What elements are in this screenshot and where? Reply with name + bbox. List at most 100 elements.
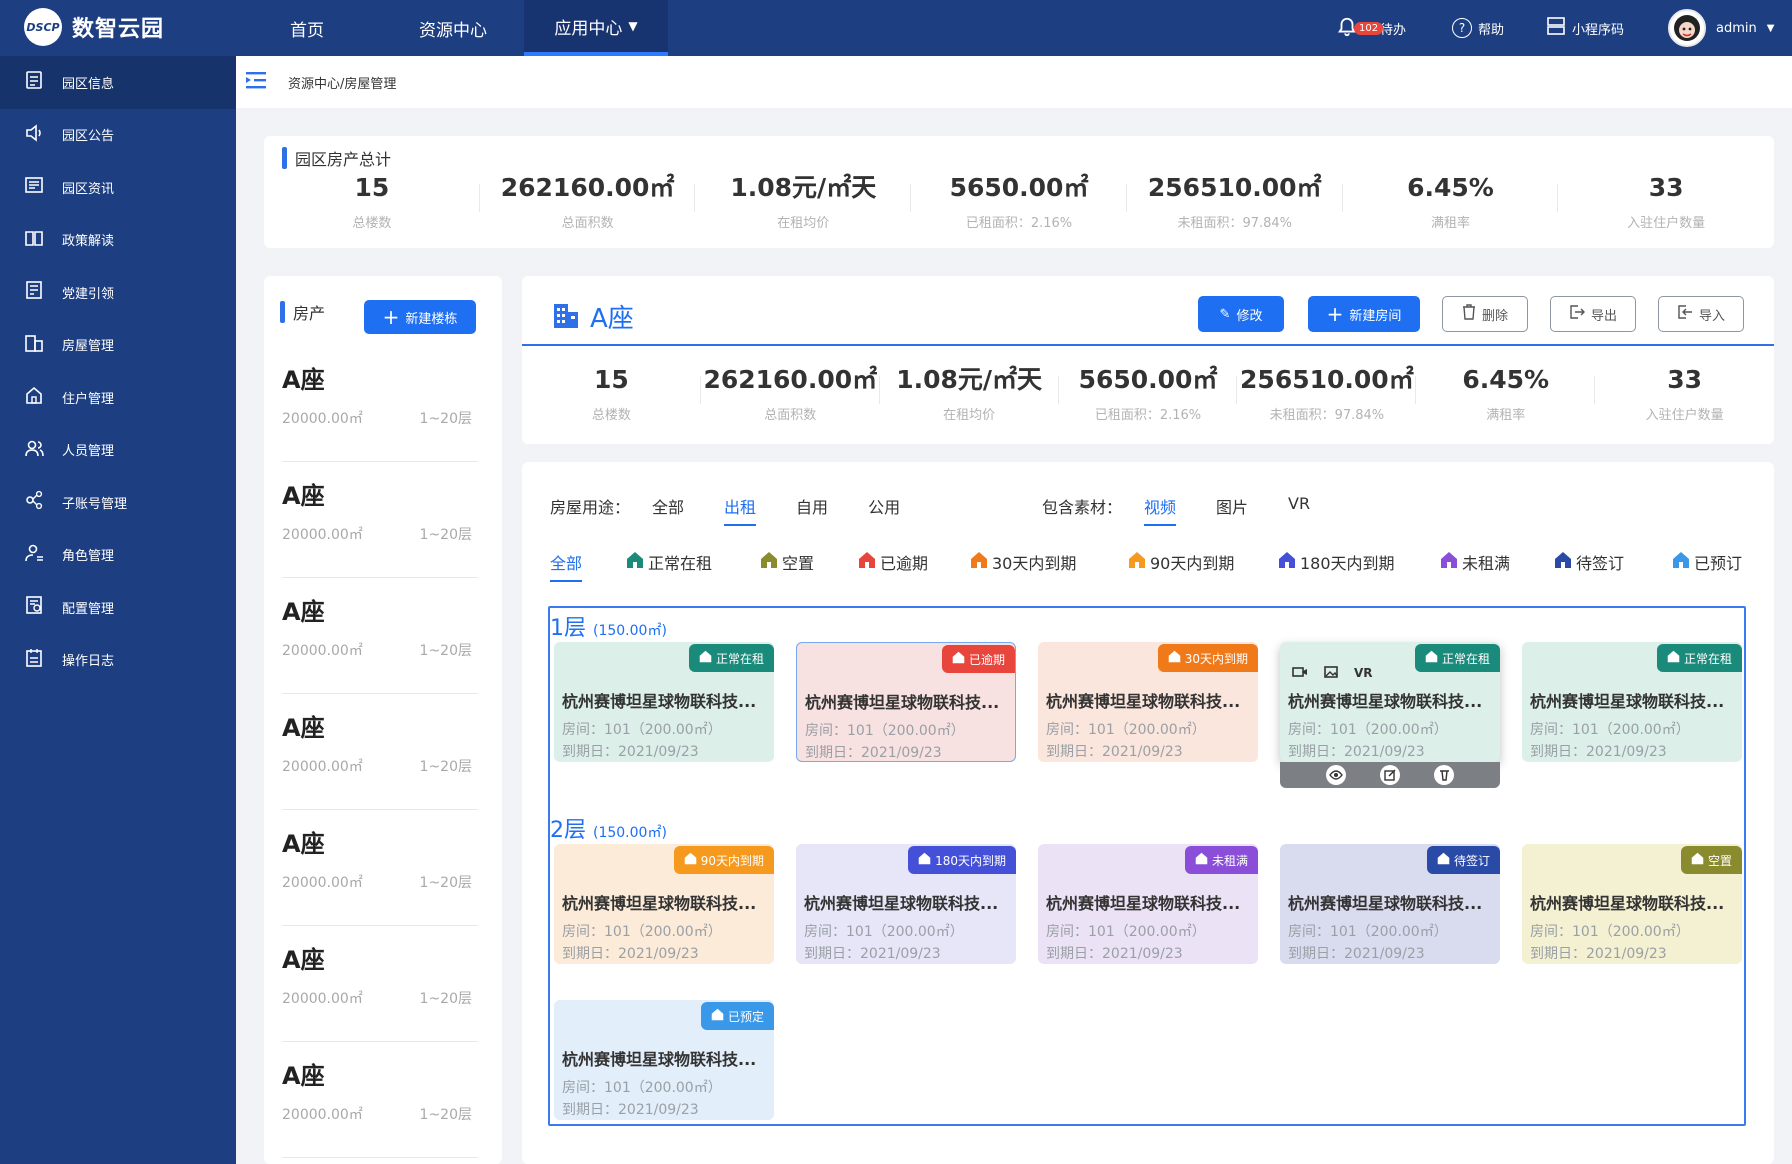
status-filter-all[interactable]: 全部	[550, 550, 583, 582]
users-icon	[24, 438, 44, 462]
building-name: A座	[282, 598, 325, 626]
sidebar-item-label: 园区资讯	[62, 181, 115, 197]
todo-label: 待办	[1380, 22, 1407, 38]
miniapp-button[interactable]: 小程序码	[1546, 0, 1624, 56]
help-label: 帮助	[1478, 22, 1505, 38]
room-status-tag: 已逾期	[941, 645, 1015, 673]
building-list-item[interactable]: A座 20000.00㎡ 1~20层	[282, 360, 478, 462]
stat-label: 已租面积：2.16%	[1094, 408, 1202, 423]
status-filter-7[interactable]: 未租满	[1440, 550, 1510, 574]
delete-button[interactable]: 删除	[1442, 296, 1528, 332]
building-icon	[552, 302, 580, 332]
edit-icon[interactable]	[1380, 765, 1400, 785]
log-icon	[24, 648, 44, 672]
material-filter-option[interactable]: 图片	[1216, 494, 1248, 518]
user-menu[interactable]: admin ▼	[1668, 0, 1774, 56]
status-filter-3[interactable]: 已逾期	[858, 550, 928, 574]
nav-app-center[interactable]: 应用中心 ▼	[524, 0, 668, 56]
building-list-item[interactable]: A座 20000.00㎡ 1~20层	[282, 824, 478, 926]
room-card[interactable]: 空置 杭州赛博坦星球物联科技... 房间：101（200.00㎡） 到期日：2021/…	[1522, 844, 1742, 964]
todo-button[interactable]: 102 待办	[1336, 0, 1406, 56]
sidebar-item-2[interactable]: 园区公告	[0, 109, 236, 162]
vr-label: VR	[1354, 666, 1373, 680]
menu-collapse-icon[interactable]	[246, 71, 268, 93]
new-room-button[interactable]: + 新建房间	[1308, 296, 1420, 332]
building-list-item[interactable]: A座 20000.00㎡ 1~20层	[282, 708, 478, 810]
sidebar-item-label: 人员管理	[62, 444, 115, 460]
room-card[interactable]: 已预定 杭州赛博坦星球物联科技... 房间：101（200.00㎡） 到期日：2021…	[554, 1000, 774, 1120]
sidebar-item-4[interactable]: 政策解读	[0, 214, 236, 267]
room-company: 杭州赛博坦星球物联科技...	[804, 894, 999, 913]
floor-1-header: 1层 (150.00㎡)	[550, 610, 667, 642]
room-number: 房间：101（200.00㎡）	[805, 723, 965, 739]
status-filter-5[interactable]: 90天内到期	[1128, 550, 1234, 574]
sidebar-item-1[interactable]: 园区信息	[0, 56, 236, 109]
sidebar-item-6[interactable]: 房屋管理	[0, 319, 236, 372]
status-filter-2[interactable]: 空置	[760, 550, 814, 574]
building-name: A座	[282, 830, 325, 858]
material-filter-option[interactable]: 视频	[1144, 494, 1177, 526]
usage-filter-option[interactable]: 全部	[652, 494, 684, 518]
sidebar-item-10[interactable]: 角色管理	[0, 529, 236, 582]
room-company: 杭州赛博坦星球物联科技...	[805, 693, 1000, 712]
sidebar-item-12[interactable]: 操作日志	[0, 634, 236, 687]
room-card[interactable]: 正常在租 杭州赛博坦星球物联科技... 房间：101（200.00㎡） 到期日：202…	[1522, 642, 1742, 762]
title-accent	[282, 147, 287, 169]
export-button[interactable]: 导出	[1550, 296, 1636, 332]
status-filter-8[interactable]: 待签订	[1554, 550, 1624, 574]
image-icon	[1324, 666, 1338, 681]
room-card[interactable]: 30天内到期 杭州赛博坦星球物联科技... 房间：101（200.00㎡） 到期日：2…	[1038, 642, 1258, 762]
import-button[interactable]: 导入	[1658, 296, 1744, 332]
sidebar-item-9[interactable]: 子账号管理	[0, 476, 236, 529]
room-status-tag: 180天内到期	[908, 846, 1016, 874]
export-icon	[1569, 304, 1585, 324]
building-list-item[interactable]: A座 20000.00㎡ 1~20层	[282, 476, 478, 578]
room-card[interactable]: 180天内到期 杭州赛博坦星球物联科技... 房间：101（200.00㎡） 到期日：…	[796, 844, 1016, 964]
stat-item: 15 总楼数	[264, 170, 480, 231]
avatar	[1668, 9, 1706, 47]
new-building-button[interactable]: + 新建楼栋	[364, 300, 476, 334]
view-icon[interactable]	[1326, 765, 1346, 785]
status-filter-1[interactable]: 正常在租	[626, 550, 712, 574]
nav-home[interactable]: 首页	[272, 0, 342, 56]
sidebar-item-3[interactable]: 园区资讯	[0, 161, 236, 214]
room-card[interactable]: 未租满 杭州赛博坦星球物联科技... 房间：101（200.00㎡） 到期日：2021…	[1038, 844, 1258, 964]
room-card[interactable]: 已逾期 杭州赛博坦星球物联科技... 房间：101（200.00㎡） 到期日：2021…	[796, 642, 1016, 762]
status-filter-6[interactable]: 180天内到期	[1278, 550, 1395, 574]
sidebar-item-7[interactable]: 住户管理	[0, 371, 236, 424]
room-due-date: 到期日：2021/09/23	[1530, 744, 1667, 760]
room-card[interactable]: 90天内到期 杭州赛博坦星球物联科技... 房间：101（200.00㎡） 到期日：2…	[554, 844, 774, 964]
room-card[interactable]: 正常在租 杭州赛博坦星球物联科技... 房间：101（200.00㎡） 到期日：202…	[1280, 642, 1500, 788]
edit-button[interactable]: ✎ 修改	[1198, 296, 1284, 332]
building-list-item[interactable]: A座 20000.00㎡ 1~20层	[282, 592, 478, 694]
stat-item: 1.08元/㎡天 在租均价	[695, 170, 911, 231]
room-card[interactable]: 待签订 杭州赛博坦星球物联科技... 房间：101（200.00㎡） 到期日：2021…	[1280, 844, 1500, 964]
building-floors: 1~20层	[419, 875, 472, 891]
sidebar-item-5[interactable]: 党建引领	[0, 266, 236, 319]
book-icon	[24, 228, 44, 252]
building-list-item[interactable]: A座 20000.00㎡ 1~20层	[282, 1056, 478, 1158]
stat-label: 满租率	[1486, 408, 1526, 423]
user-name: admin	[1716, 20, 1757, 36]
help-button[interactable]: ? 帮助	[1452, 0, 1504, 56]
room-status-tag: 正常在租	[688, 644, 774, 672]
usage-filter-option[interactable]: 出租	[724, 494, 757, 526]
house-icon	[1278, 551, 1296, 573]
app-logo[interactable]: DSCP 数智云园	[24, 8, 164, 46]
usage-filter-option[interactable]: 公用	[868, 494, 900, 518]
trash-icon[interactable]	[1434, 765, 1454, 785]
nav-app-center-label: 应用中心	[554, 18, 623, 39]
help-icon: ?	[1452, 18, 1472, 38]
usage-filter-option[interactable]: 自用	[796, 494, 828, 518]
summary-title: 园区房产总计	[282, 146, 391, 170]
sidebar-item-8[interactable]: 人员管理	[0, 424, 236, 477]
room-card[interactable]: 正常在租 杭州赛博坦星球物联科技... 房间：101（200.00㎡） 到期日：202…	[554, 642, 774, 762]
status-filter-4[interactable]: 30天内到期	[970, 550, 1076, 574]
status-filter-9[interactable]: 已预订	[1672, 550, 1742, 574]
building-list-panel: 房产 + 新建楼栋 A座 20000.00㎡ 1~20层 A座 20000.00㎡ 1~2…	[264, 276, 502, 1164]
sidebar-item-11[interactable]: 配置管理	[0, 581, 236, 634]
building-list-item[interactable]: A座 20000.00㎡ 1~20层	[282, 940, 478, 1042]
material-filter-option[interactable]: VR	[1288, 494, 1310, 518]
nav-resource-center[interactable]: 资源中心	[408, 0, 498, 56]
stat-label: 总面积数	[561, 216, 614, 231]
